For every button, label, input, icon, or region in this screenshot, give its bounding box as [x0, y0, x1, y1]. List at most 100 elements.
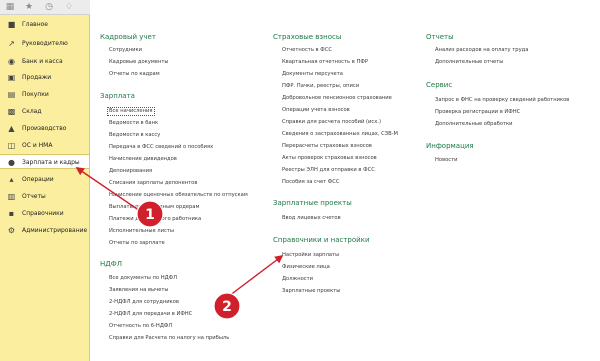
bell-icon[interactable]: ♢ [63, 1, 75, 13]
section-title-salary-projects: Зарплатные проекты [273, 199, 352, 207]
home-icon: ■ [7, 20, 16, 29]
link-news[interactable]: Новости [435, 156, 458, 164]
link-personal-records[interactable]: Документы персучета [282, 70, 343, 78]
section-title-insurance: Страховые взносы [273, 33, 342, 41]
link-hr-documents[interactable]: Кадровые документы [109, 58, 169, 66]
link-deposit-writeoffs[interactable]: Списания зарплаты депонентов [109, 179, 197, 187]
sales-icon: ▣ [7, 73, 16, 82]
link-salary-projects[interactable]: Зарплатные проекты [282, 287, 340, 295]
link-dividends[interactable]: Начисление дивидендов [109, 155, 177, 163]
link-positions[interactable]: Должности [282, 275, 313, 283]
link-deposits[interactable]: Депонирования [109, 167, 152, 175]
sidebar-item-label: Зарплата и кадры [22, 159, 80, 166]
sidebar-item-label: Покупки [22, 91, 49, 98]
link-profit-tax-certificates[interactable]: Справки для Расчета по налогу на прибыль [109, 334, 229, 342]
link-salary-settings[interactable]: Настройки зарплаты [282, 251, 339, 259]
link-cash-statements[interactable]: Ведомости в кассу [109, 131, 160, 139]
sidebar-item-reports[interactable]: ▥ Отчеты [0, 189, 89, 204]
cart-icon: ▤ [7, 90, 16, 99]
reports-icon: ▥ [7, 192, 16, 201]
bank-icon: ◉ [8, 57, 15, 66]
factory-icon: ▲ [8, 124, 15, 133]
sidebar-item-label: Справочники [22, 210, 64, 217]
sidebar-item-references[interactable]: ▪ Справочники [0, 206, 89, 221]
link-eln-registers[interactable]: Реестры ЭЛН для отправки в ФСС [282, 166, 375, 174]
sidebar-item-label: Банк и касса [22, 58, 63, 65]
link-fns-request[interactable]: Запрос в ФНС на проверку сведений работн… [435, 96, 569, 104]
link-pfr-batches[interactable]: ПФР. Пачки, реестры, описи [282, 82, 359, 90]
sidebar-item-assets[interactable]: ◫ ОС и НМА [0, 138, 89, 153]
warehouse-icon: ▩ [7, 107, 16, 116]
star-icon[interactable]: ★ [23, 1, 35, 13]
sidebar-item-label: Операции [22, 176, 54, 183]
person-icon: ● [8, 158, 15, 167]
link-2ndfl-employees[interactable]: 2-НДФЛ для сотрудников [109, 298, 179, 306]
sidebar-item-label: Главное [22, 21, 48, 28]
link-hr-reports[interactable]: Отчеты по кадрам [109, 70, 160, 78]
chart-icon: ↗ [8, 39, 15, 48]
main-content: Кадровый учет Сотрудники Кадровые докуме… [90, 0, 600, 361]
section-title-hr: Кадровый учет [100, 33, 156, 41]
section-title-settings: Справочники и настройки [273, 236, 370, 244]
operations-icon: ▴ [9, 175, 14, 184]
link-voluntary-pension[interactable]: Добровольное пенсионное страхование [282, 94, 392, 102]
sidebar-item-warehouse[interactable]: ▩ Склад [0, 104, 89, 119]
gear-icon: ⚙ [7, 226, 16, 235]
section-title-ndfl: НДФЛ [100, 260, 123, 268]
link-inspection-acts[interactable]: Акты проверок страховых взносов [282, 154, 377, 162]
section-title-info: Информация [426, 142, 474, 150]
link-pfr-quarterly[interactable]: Квартальная отчетность в ПФР [282, 58, 368, 66]
section-title-service: Сервис [426, 81, 453, 89]
link-contribution-operations[interactable]: Операции учета взносов [282, 106, 350, 114]
link-contribution-recalc[interactable]: Перерасчеты страховых взносов [282, 142, 372, 150]
sidebar-item-operations[interactable]: ▴ Операции [0, 172, 89, 187]
link-ndfl-documents[interactable]: Все документы по НДФЛ [109, 274, 177, 282]
sidebar: ■ Главное ↗ Руководителю ◉ Банк и касса … [0, 15, 90, 361]
link-benefit-certificates[interactable]: Справки для расчета пособий (исх.) [282, 118, 381, 126]
sidebar-item-main[interactable]: ■ Главное [0, 17, 89, 32]
sidebar-item-bank[interactable]: ◉ Банк и касса [0, 54, 89, 69]
link-ifns-check[interactable]: Проверка регистрации в ИФНС [435, 108, 520, 116]
sidebar-item-label: Производство [22, 125, 67, 132]
link-fss-benefits-paid[interactable]: Пособия за счет ФСС [282, 178, 340, 186]
sidebar-item-sales[interactable]: ▣ Продажи [0, 70, 89, 85]
link-vacation-liabilities[interactable]: Начисление оценочных обязательств по отп… [109, 191, 248, 199]
link-additional-processing[interactable]: Дополнительные обработки [435, 120, 513, 128]
sidebar-item-admin[interactable]: ⚙ Администрирование [0, 223, 89, 238]
link-employee-payments[interactable]: Платежи для каждого работника [109, 215, 201, 223]
sidebar-item-label: ОС и НМА [22, 142, 53, 149]
sidebar-item-label: Склад [22, 108, 42, 115]
link-labor-cost-analysis[interactable]: Анализ расходов на оплату труда [435, 46, 528, 54]
link-individuals[interactable]: Физические лица [282, 263, 330, 271]
section-title-salary: Зарплата [100, 92, 135, 100]
sidebar-item-production[interactable]: ▲ Производство [0, 121, 89, 136]
top-toolbar: ▦ ★ ◷ ♢ [0, 0, 90, 15]
sidebar-item-salary-hr[interactable]: ● Зарплата и кадры [0, 154, 89, 169]
sidebar-item-manager[interactable]: ↗ Руководителю [0, 36, 89, 51]
link-2ndfl-ifns[interactable]: 2-НДФЛ для передачи в ИФНС [109, 310, 192, 318]
sidebar-item-label: Руководителю [22, 40, 68, 47]
link-all-accruals[interactable]: Все начисления [107, 107, 155, 116]
link-salary-reports[interactable]: Отчеты по зарплате [109, 239, 165, 247]
link-cash-order-payments[interactable]: Выплаты по расходным ордерам [109, 203, 199, 211]
assets-icon: ◫ [7, 141, 16, 150]
link-fss-reporting[interactable]: Отчетность в ФСС [282, 46, 332, 54]
grid-icon[interactable]: ▦ [4, 1, 16, 13]
link-fss-benefits[interactable]: Передача в ФСС сведений о пособиях [109, 143, 213, 151]
book-icon: ▪ [8, 209, 15, 218]
app-window: ▦ ★ ◷ ♢ ■ Главное ↗ Руководителю ◉ Банк … [0, 0, 600, 361]
link-employees[interactable]: Сотрудники [109, 46, 142, 54]
link-writs[interactable]: Исполнительные листы [109, 227, 174, 235]
history-icon[interactable]: ◷ [43, 1, 55, 13]
section-title-reports: Отчеты [426, 33, 454, 41]
sidebar-item-purchases[interactable]: ▤ Покупки [0, 87, 89, 102]
sidebar-item-label: Продажи [22, 74, 52, 81]
sidebar-item-label: Отчеты [22, 193, 46, 200]
link-deduction-applications[interactable]: Заявления на вычеты [109, 286, 168, 294]
link-bank-statements[interactable]: Ведомости в банк [109, 119, 158, 127]
link-szv-m[interactable]: Сведения о застрахованных лицах, СЗВ-М [282, 130, 398, 138]
link-personal-accounts[interactable]: Ввод лицевых счетов [282, 214, 341, 222]
link-additional-reports[interactable]: Дополнительные отчеты [435, 58, 503, 66]
link-6ndfl[interactable]: Отчетность по 6-НДФЛ [109, 322, 172, 330]
sidebar-item-label: Администрирование [22, 227, 88, 234]
